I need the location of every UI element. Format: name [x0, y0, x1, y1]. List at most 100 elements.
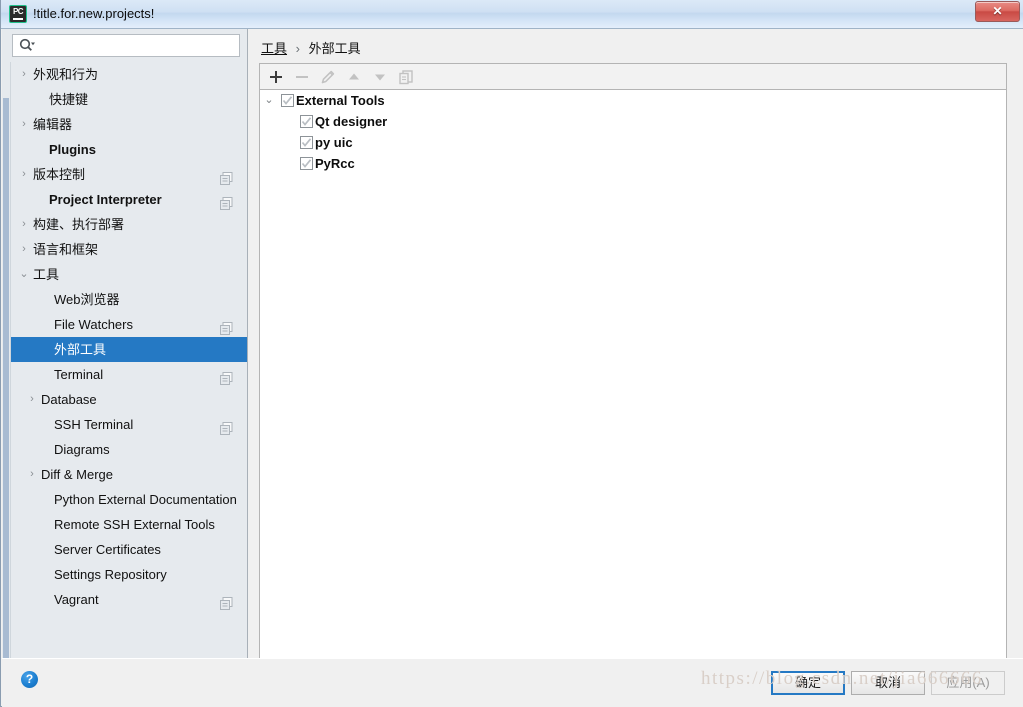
sidebar-item-12[interactable]: Terminal	[11, 362, 247, 387]
ok-button[interactable]: 确定	[771, 671, 845, 695]
sidebar-item-label: Diagrams	[54, 442, 110, 457]
sidebar-item-label: Python External Documentation	[54, 492, 237, 507]
chevron-right-icon[interactable]: ›	[17, 62, 31, 87]
sidebar-item-label: Diff & Merge	[41, 467, 114, 482]
sidebar-item-21[interactable]: Vagrant	[11, 587, 247, 612]
sidebar-item-label: File Watchers	[54, 317, 133, 332]
project-settings-copy-icon	[220, 318, 233, 335]
sidebar-item-8[interactable]: ⌄ 工具	[11, 262, 247, 287]
sidebar-item-label: 版本控制	[33, 167, 86, 182]
sidebar-tree: › 外观和行为 快捷键 › 编辑器 Plugins › 版本控制 Project Interpr…	[11, 62, 247, 658]
sidebar-item-18[interactable]: Remote SSH External Tools	[11, 512, 247, 537]
sidebar-item-label: SSH Terminal	[54, 417, 134, 432]
breadcrumb-parent[interactable]: 工具	[261, 41, 287, 56]
sidebar-item-4[interactable]: › 版本控制	[11, 162, 247, 187]
sidebar-item-7[interactable]: › 语言和框架	[11, 237, 247, 262]
dialog-footer: ? 确定 取消 应用(A)	[2, 658, 1023, 707]
sidebar-item-label: 构建、执行部署	[33, 217, 125, 232]
add-button[interactable]	[266, 67, 286, 87]
sidebar-item-5[interactable]: Project Interpreter	[11, 187, 247, 212]
sidebar-item-label: Terminal	[54, 367, 104, 382]
external-tools-tree-panel: ⌄ External Tools Qt designer py uic PyRcc	[259, 89, 1007, 678]
sidebar-item-13[interactable]: › Database	[11, 387, 247, 412]
checkbox[interactable]	[300, 115, 313, 128]
close-button[interactable]: ✕	[975, 1, 1020, 22]
sidebar-item-15[interactable]: Diagrams	[11, 437, 247, 462]
settings-content-pane: 工具 › 外部工具 ⌄ External Tools Qt designer py u…	[249, 29, 1023, 678]
edit-button	[318, 67, 338, 87]
sidebar-item-11[interactable]: 外部工具	[11, 337, 247, 362]
help-icon[interactable]: ?	[21, 671, 38, 688]
sidebar-item-6[interactable]: › 构建、执行部署	[11, 212, 247, 237]
sidebar-item-19[interactable]: Server Certificates	[11, 537, 247, 562]
search-input[interactable]	[12, 34, 240, 57]
tree-node-label: PyRcc	[315, 156, 355, 171]
sidebar-item-label: 快捷键	[49, 92, 89, 107]
sidebar-item-label: Plugins	[49, 142, 96, 157]
sidebar-item-label: Database	[41, 392, 97, 407]
chevron-down-icon[interactable]: ⌄	[17, 262, 31, 287]
chevron-down-icon[interactable]: ⌄	[262, 90, 276, 111]
tree-node-tool-2[interactable]: PyRcc	[260, 153, 1006, 174]
sidebar-item-0[interactable]: › 外观和行为	[11, 62, 247, 87]
sidebar-item-1[interactable]: 快捷键	[11, 87, 247, 112]
sidebar-scrollbar[interactable]	[2, 62, 11, 658]
sidebar-item-9[interactable]: Web浏览器	[11, 287, 247, 312]
project-settings-copy-icon	[220, 418, 233, 435]
sidebar-item-label: Vagrant	[54, 592, 99, 607]
chevron-right-icon[interactable]: ›	[25, 387, 39, 412]
apply-button: 应用(A)	[931, 671, 1005, 695]
sidebar-item-17[interactable]: Python External Documentation	[11, 487, 247, 512]
chevron-right-icon[interactable]: ›	[17, 162, 31, 187]
sidebar-item-label: Project Interpreter	[49, 192, 162, 207]
tree-node-label: External Tools	[296, 93, 385, 108]
chevron-right-icon[interactable]: ›	[17, 237, 31, 262]
project-settings-copy-icon	[220, 368, 233, 385]
settings-sidebar: › 外观和行为 快捷键 › 编辑器 Plugins › 版本控制 Project Interpr…	[2, 29, 248, 658]
chevron-right-icon[interactable]: ›	[25, 462, 39, 487]
project-settings-copy-icon	[220, 168, 233, 185]
tree-node-tool-0[interactable]: Qt designer	[260, 111, 1006, 132]
pycharm-icon: PC	[9, 5, 27, 23]
breadcrumb-separator: ›	[295, 41, 300, 56]
project-settings-copy-icon	[220, 193, 233, 210]
breadcrumb-current: 外部工具	[308, 41, 361, 56]
copy-button	[396, 67, 416, 87]
checkbox[interactable]	[300, 157, 313, 170]
remove-button	[292, 67, 312, 87]
tree-node-label: Qt designer	[315, 114, 388, 129]
checkbox[interactable]	[300, 136, 313, 149]
sidebar-item-label: 外观和行为	[33, 67, 99, 82]
title-bar: PC !title.for.new.projects! ✕	[1, 0, 1023, 29]
sidebar-item-3[interactable]: Plugins	[11, 137, 247, 162]
sidebar-scrollbar-thumb[interactable]	[3, 98, 9, 658]
sidebar-item-label: Web浏览器	[54, 292, 120, 307]
sidebar-item-label: Remote SSH External Tools	[54, 517, 215, 532]
sidebar-item-label: Server Certificates	[54, 542, 161, 557]
window-title: !title.for.new.projects!	[33, 6, 155, 21]
sidebar-item-20[interactable]: Settings Repository	[11, 562, 247, 587]
external-tools-toolbar	[259, 63, 1007, 89]
checkbox[interactable]	[281, 94, 294, 107]
breadcrumb: 工具 › 外部工具	[261, 38, 361, 57]
move-up-button	[344, 67, 364, 87]
window-frame: PC !title.for.new.projects! ✕ › 外观和行为 快捷…	[0, 0, 1023, 707]
sidebar-item-16[interactable]: › Diff & Merge	[11, 462, 247, 487]
tree-node-tool-1[interactable]: py uic	[260, 132, 1006, 153]
sidebar-item-label: 编辑器	[33, 117, 73, 132]
tree-node-external-tools[interactable]: ⌄ External Tools	[260, 90, 1006, 111]
sidebar-item-label: Settings Repository	[54, 567, 167, 582]
search-field-wrap	[12, 34, 240, 57]
cancel-button[interactable]: 取消	[851, 671, 925, 695]
tree-node-label: py uic	[315, 135, 353, 150]
chevron-right-icon[interactable]: ›	[17, 112, 31, 137]
sidebar-item-10[interactable]: File Watchers	[11, 312, 247, 337]
sidebar-item-2[interactable]: › 编辑器	[11, 112, 247, 137]
sidebar-item-14[interactable]: SSH Terminal	[11, 412, 247, 437]
external-tools-tree: ⌄ External Tools Qt designer py uic PyRcc	[260, 90, 1006, 174]
project-settings-copy-icon	[220, 593, 233, 610]
chevron-right-icon[interactable]: ›	[17, 212, 31, 237]
sidebar-item-label: 外部工具	[54, 342, 107, 357]
sidebar-item-label: 语言和框架	[33, 242, 99, 257]
settings-dialog: PC !title.for.new.projects! ✕ › 外观和行为 快捷…	[0, 0, 1023, 707]
